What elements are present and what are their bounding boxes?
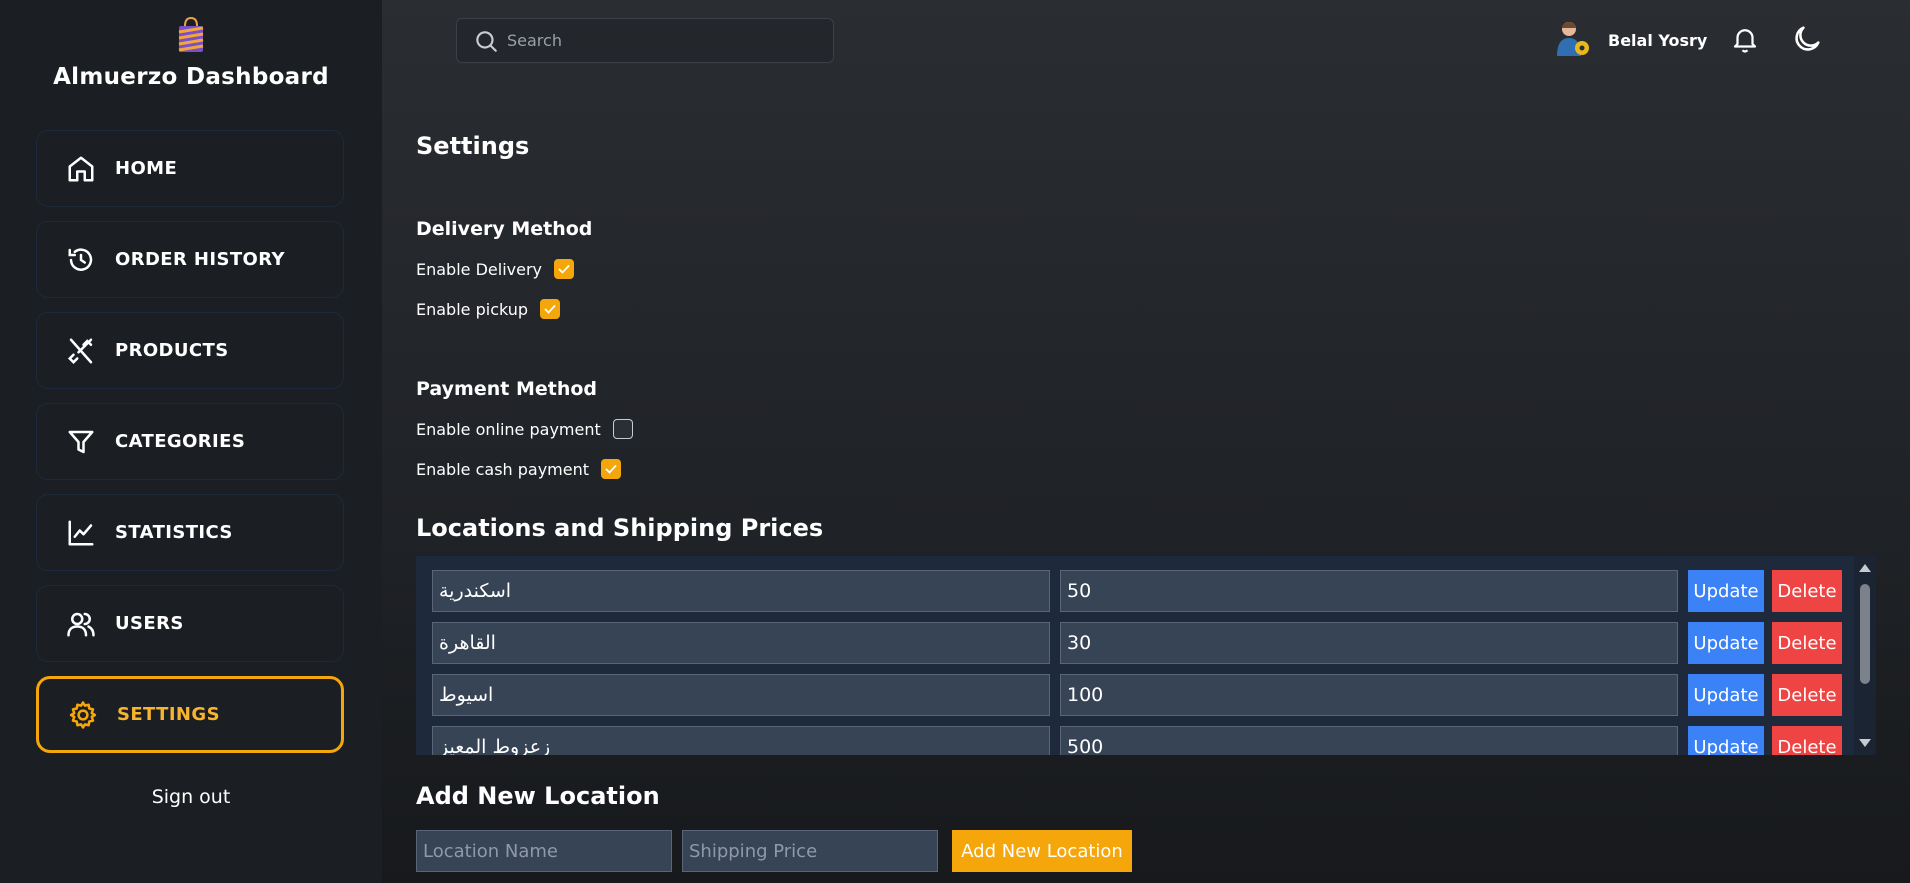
location-price-input[interactable] (1060, 622, 1678, 664)
sidebar-item-users[interactable]: USERS (36, 585, 344, 662)
sidebar-item-label: SETTINGS (117, 704, 220, 725)
check-icon (544, 304, 556, 314)
delete-button[interactable]: Delete (1772, 570, 1842, 612)
sidebar-item-label: CATEGORIES (115, 431, 246, 452)
enable-pickup-checkbox[interactable] (540, 299, 561, 319)
search-icon (473, 28, 499, 54)
sidebar-item-categories[interactable]: CATEGORIES (36, 403, 344, 480)
delete-button[interactable]: Delete (1772, 726, 1842, 755)
sidebar-item-label: PRODUCTS (115, 340, 229, 361)
chart-line-icon (65, 517, 97, 549)
locations-list[interactable]: Update Delete Update Delete Update Delet… (416, 556, 1876, 755)
update-button[interactable]: Update (1688, 570, 1764, 612)
scrollbar[interactable] (1854, 556, 1876, 755)
add-location-button[interactable]: Add New Location (952, 830, 1132, 872)
option-label: Enable online payment (416, 419, 601, 439)
location-row: Update Delete (432, 622, 1842, 664)
brand: Almuerzo Dashboard (0, 16, 382, 90)
sidebar-item-home[interactable]: HOME (36, 130, 344, 207)
location-row: Update Delete (432, 570, 1842, 612)
location-price-input[interactable] (1060, 570, 1678, 612)
enable-pickup-option: Enable pickup (416, 299, 561, 319)
scroll-down-arrow-icon[interactable] (1859, 739, 1871, 747)
sidebar-item-label: HOME (115, 158, 178, 179)
user-name: Belal Yosry (1608, 30, 1708, 50)
sign-out-link[interactable]: Sign out (0, 786, 382, 808)
location-row: Update Delete (432, 674, 1842, 716)
sidebar-item-order-history[interactable]: ORDER HISTORY (36, 221, 344, 298)
history-icon (65, 244, 97, 276)
main-content: Belal Yosry Settings Delivery Method Ena… (382, 0, 1910, 883)
location-row: Update Delete (432, 726, 1842, 755)
enable-online-payment-option: Enable online payment (416, 419, 633, 439)
location-name-input[interactable] (432, 674, 1050, 716)
enable-delivery-checkbox[interactable] (554, 259, 574, 279)
option-label: Enable Delivery (416, 259, 542, 279)
search-box[interactable] (456, 18, 834, 63)
locations-title: Locations and Shipping Prices (416, 514, 824, 542)
enable-cash-payment-checkbox[interactable] (601, 459, 622, 479)
add-location-title: Add New Location (416, 782, 660, 810)
update-button[interactable]: Update (1688, 726, 1764, 755)
search-input[interactable] (507, 31, 807, 50)
enable-online-payment-checkbox[interactable] (612, 419, 633, 439)
sidebar-item-label: ORDER HISTORY (115, 249, 285, 270)
location-name-input[interactable] (432, 570, 1050, 612)
users-icon (65, 608, 97, 640)
location-name-input[interactable] (432, 726, 1050, 755)
sidebar: Almuerzo Dashboard HOME ORDER HISTORY PR… (0, 0, 382, 883)
sidebar-item-products[interactable]: PRODUCTS (36, 312, 344, 389)
option-label: Enable cash payment (416, 459, 590, 479)
check-icon (558, 264, 570, 274)
enable-delivery-option: Enable Delivery (416, 259, 574, 279)
delete-button[interactable]: Delete (1772, 674, 1842, 716)
scrollbar-thumb[interactable] (1860, 584, 1870, 684)
shipping-price-field[interactable] (682, 830, 938, 872)
user-profile[interactable]: Belal Yosry (1552, 18, 1707, 62)
page-title: Settings (416, 132, 530, 160)
avatar (1552, 18, 1592, 62)
utensils-icon (65, 335, 97, 367)
filter-icon (65, 426, 97, 458)
location-name-input[interactable] (432, 622, 1050, 664)
payment-method-title: Payment Method (416, 378, 598, 400)
update-button[interactable]: Update (1688, 622, 1764, 664)
app-title: Almuerzo Dashboard (53, 64, 329, 90)
sidebar-item-label: USERS (115, 613, 184, 634)
sidebar-item-statistics[interactable]: STATISTICS (36, 494, 344, 571)
shopping-bag-icon (176, 16, 206, 54)
option-label: Enable pickup (416, 299, 529, 319)
sidebar-item-label: STATISTICS (115, 522, 233, 543)
check-icon (605, 464, 617, 474)
delivery-method-title: Delivery Method (416, 218, 593, 240)
enable-cash-payment-option: Enable cash payment (416, 459, 622, 479)
location-price-input[interactable] (1060, 674, 1678, 716)
gear-icon (67, 699, 99, 731)
home-icon (65, 153, 97, 185)
sidebar-item-settings[interactable]: SETTINGS (36, 676, 344, 753)
delete-button[interactable]: Delete (1772, 622, 1842, 664)
bell-icon[interactable] (1730, 24, 1760, 54)
location-name-field[interactable] (416, 830, 672, 872)
moon-icon[interactable] (1790, 22, 1824, 56)
update-button[interactable]: Update (1688, 674, 1764, 716)
scroll-up-arrow-icon[interactable] (1859, 564, 1871, 572)
location-price-input[interactable] (1060, 726, 1678, 755)
